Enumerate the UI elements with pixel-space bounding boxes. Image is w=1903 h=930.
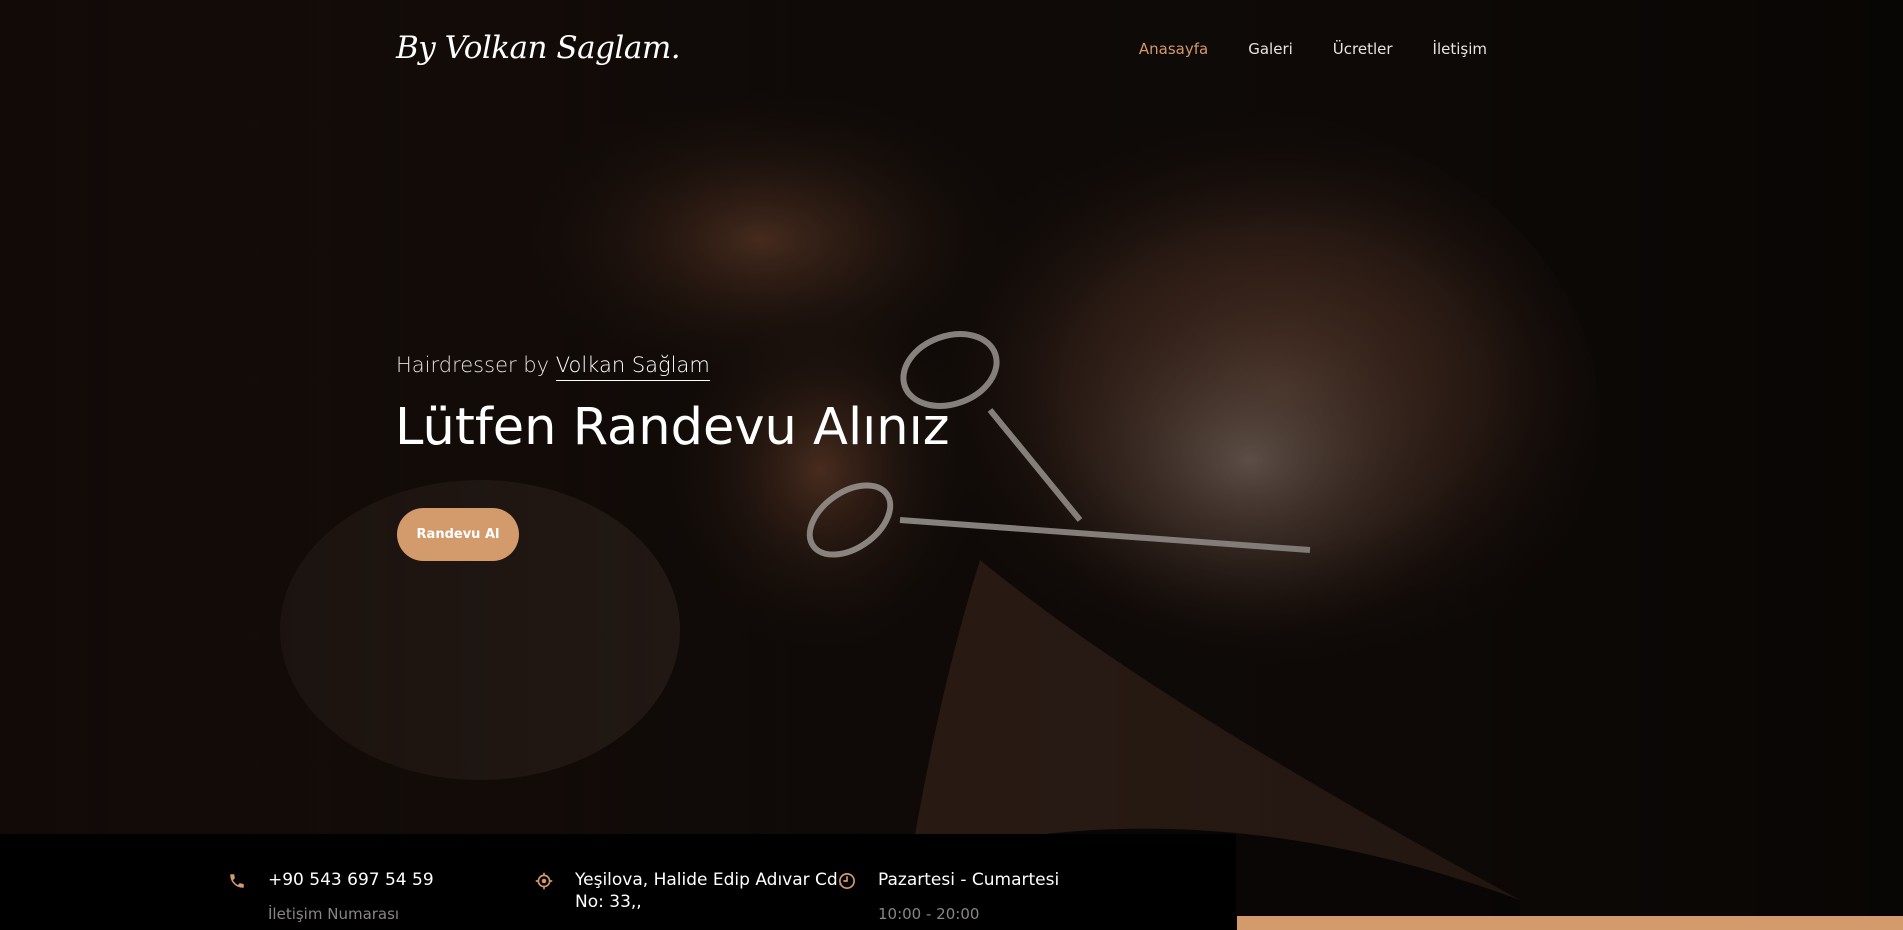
phone-number: +90 543 697 54 59 bbox=[268, 870, 434, 890]
accent-strip bbox=[1237, 916, 1903, 930]
phone-caption: İletişim Numarası bbox=[268, 905, 400, 923]
address-line-2: No: 33,, bbox=[575, 892, 642, 912]
appointment-button[interactable]: Randevu Al bbox=[397, 508, 519, 561]
nav-item-iletisim[interactable]: İletişim bbox=[1433, 40, 1487, 58]
hero-subtitle-name: Volkan Sağlam bbox=[555, 353, 710, 381]
main-nav: Anasayfa Galeri Ücretler İletişim bbox=[1139, 40, 1487, 58]
brand-logo[interactable]: By Volkan Saglam. bbox=[396, 30, 681, 66]
nav-item-anasayfa[interactable]: Anasayfa bbox=[1139, 40, 1208, 58]
hero-subtitle: Hairdresser by Volkan Sağlam bbox=[396, 353, 710, 381]
hero-subtitle-prefix: Hairdresser by bbox=[396, 353, 550, 377]
nav-item-ucretler[interactable]: Ücretler bbox=[1333, 40, 1393, 58]
hero-overlay bbox=[0, 0, 1903, 930]
working-days: Pazartesi - Cumartesi bbox=[878, 870, 1060, 890]
hero-headline: Lütfen Randevu Alınız bbox=[395, 398, 950, 457]
address-line-1: Yeşilova, Halide Edip Adıvar Cd. bbox=[575, 870, 844, 890]
address-text: Yeşilova, Halide Edip Adıvar Cd. No: 33,… bbox=[575, 869, 843, 913]
phone-icon bbox=[230, 874, 244, 888]
hero-background bbox=[0, 0, 1903, 930]
clock-icon bbox=[839, 873, 855, 889]
nav-item-galeri[interactable]: Galeri bbox=[1248, 40, 1293, 58]
location-icon bbox=[535, 872, 553, 890]
working-hours: 10:00 - 20:00 bbox=[878, 905, 980, 923]
